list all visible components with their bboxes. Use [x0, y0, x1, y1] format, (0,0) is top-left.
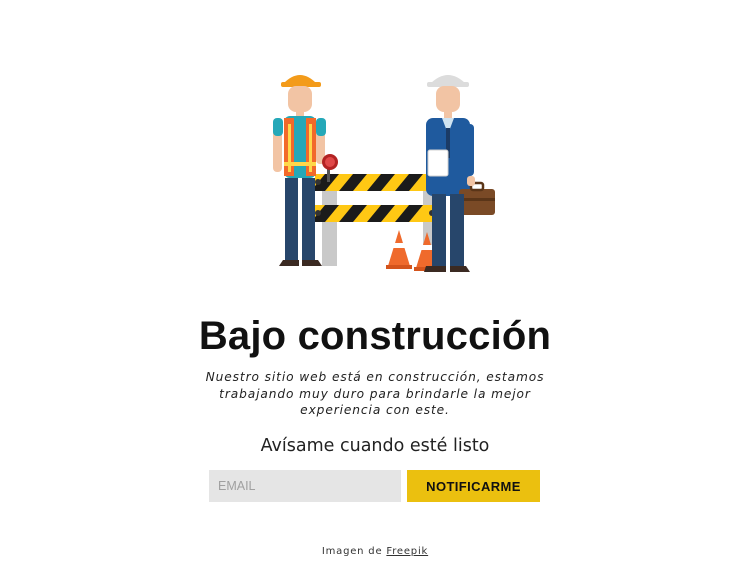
- image-credit: Imagen de Freepik: [0, 546, 750, 557]
- email-input[interactable]: [209, 470, 401, 502]
- hero-illustration: [260, 62, 500, 284]
- credit-prefix: Imagen de: [321, 546, 383, 557]
- freepik-link[interactable]: Freepik: [386, 546, 428, 557]
- page-title: Bajo construcción: [198, 314, 552, 358]
- description-text: Nuestro sitio web está en construcción, …: [205, 370, 545, 417]
- notify-button[interactable]: NOTIFICARME: [407, 470, 540, 502]
- notify-heading: Avísame cuando esté listo: [260, 436, 490, 456]
- construction-illustration: [273, 75, 495, 272]
